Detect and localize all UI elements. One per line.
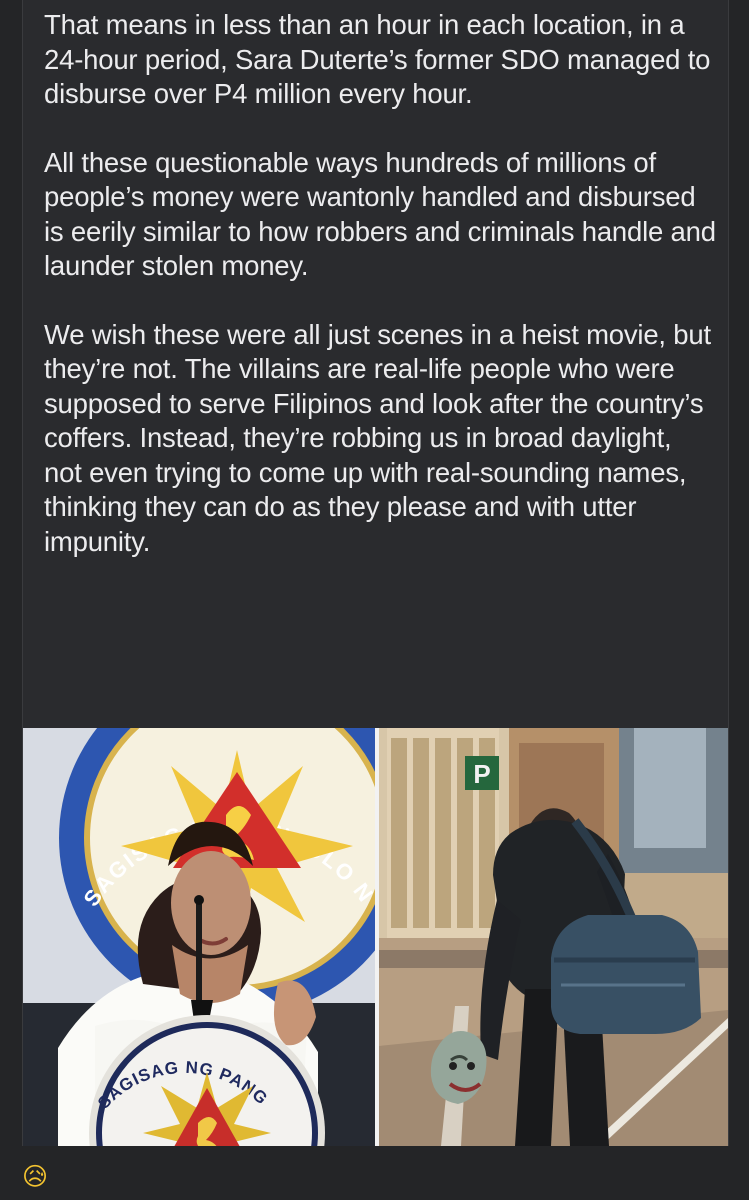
city-street-heist-photo[interactable]: P — [379, 728, 728, 1146]
parking-sign-letter: P — [473, 759, 490, 789]
post-text: That means in less than an hour in each … — [44, 8, 716, 559]
reaction-row[interactable]: 😥 — [22, 1158, 727, 1196]
post-paragraph-2: All these questionable ways hundreds of … — [44, 146, 716, 282]
post-paragraph-1: That means in less than an hour in each … — [44, 9, 711, 109]
sad-face-icon[interactable]: 😥 — [22, 1162, 48, 1192]
post-card: That means in less than an hour in each … — [22, 0, 729, 1146]
post-image-grid[interactable]: SAGISAG NG PANGULO NG PILIPINAS — [23, 728, 728, 1146]
post-page: That means in less than an hour in each … — [0, 0, 749, 1200]
post-paragraph-3: We wish these were all just scenes in a … — [44, 318, 711, 557]
vice-president-press-photo[interactable]: SAGISAG NG PANGULO NG PILIPINAS — [23, 728, 375, 1146]
